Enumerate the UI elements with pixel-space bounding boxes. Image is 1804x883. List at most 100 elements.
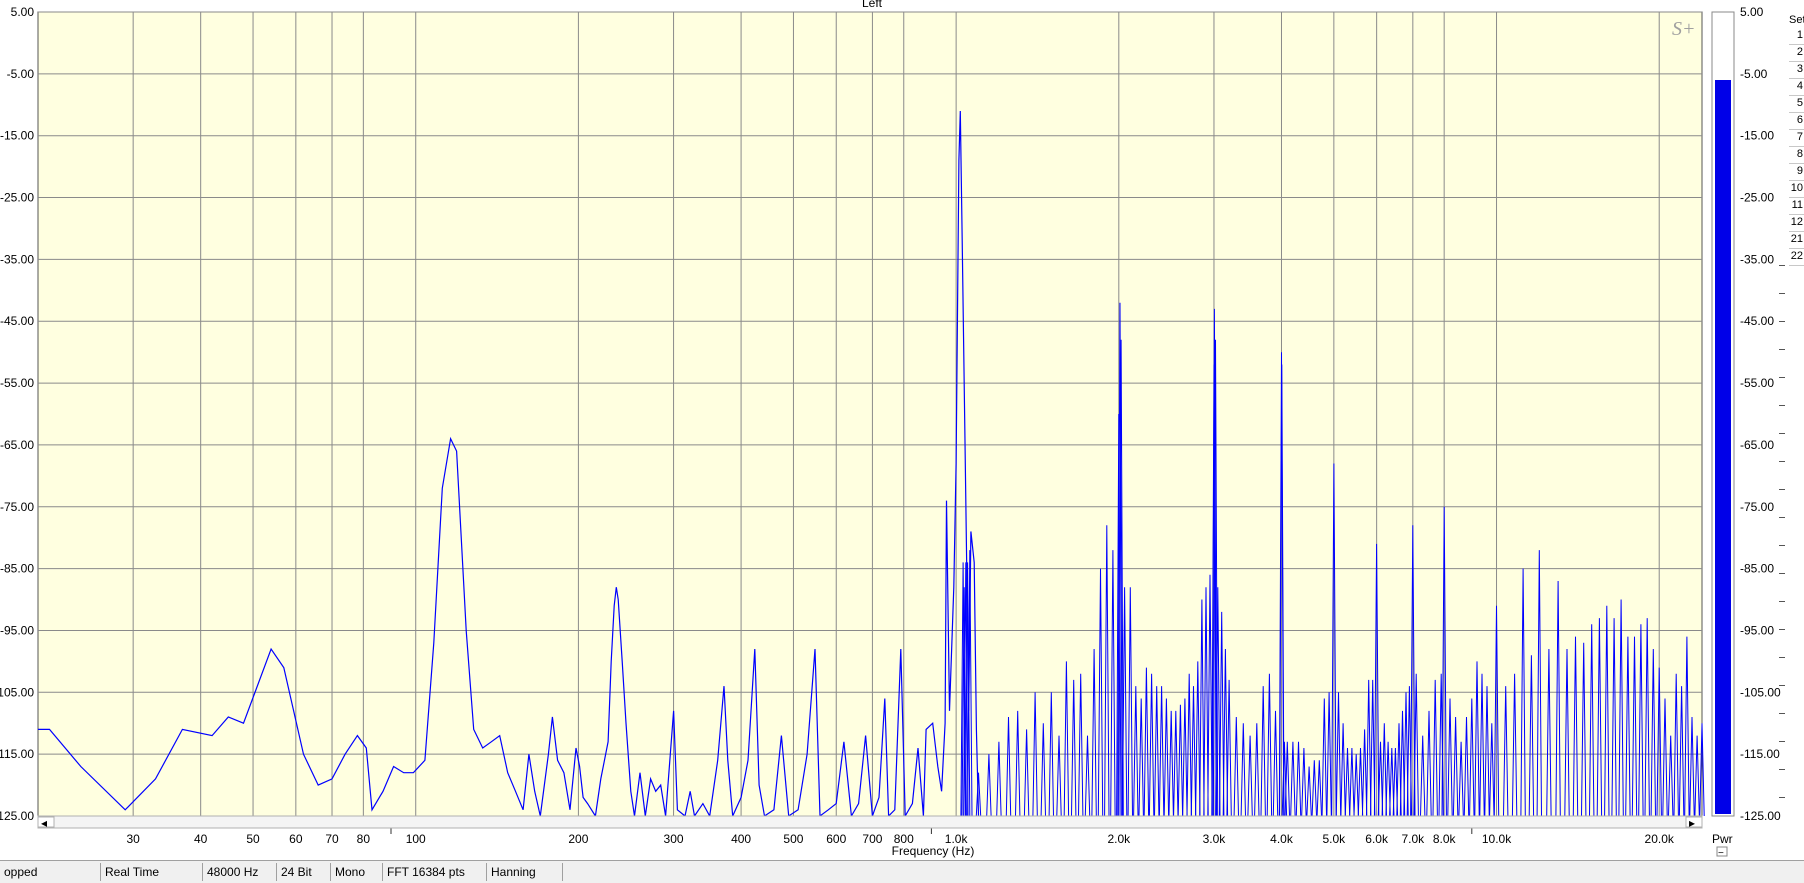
- status-sample-rate[interactable]: 48000 Hz: [202, 863, 276, 881]
- meter-tick-label: -85.00: [1740, 562, 1774, 576]
- set-button-11[interactable]: 11: [1789, 198, 1804, 215]
- y-tick-label: -35.00: [0, 252, 34, 266]
- meter-scale-tick: [1779, 685, 1785, 686]
- y-tick-label: -85.00: [0, 562, 34, 576]
- logo-s-plus: S+: [1672, 18, 1696, 40]
- scroll-right-icon: ▸: [1689, 816, 1695, 830]
- y-tick-label: -65.00: [0, 438, 34, 452]
- x-tick-label: 700: [862, 832, 882, 846]
- scroll-left-icon: ◂: [41, 816, 47, 830]
- meter-tick-label: -115.00: [1740, 747, 1780, 761]
- set-button-2[interactable]: 2: [1789, 45, 1804, 62]
- set-button-22[interactable]: 22: [1789, 249, 1804, 266]
- y-tick-label: 5.00: [11, 5, 35, 19]
- x-tick-label: 600: [826, 832, 846, 846]
- x-tick-label: 30: [126, 832, 140, 846]
- y-axis-left: 5.00 -5.00 -15.00 -25.00 -35.00 -45.00 -55.00 -…: [0, 5, 34, 823]
- set-button-3[interactable]: 3: [1789, 62, 1804, 79]
- y-tick-label: -5.00: [7, 67, 35, 81]
- status-fft-size[interactable]: FFT 16384 pts: [382, 863, 487, 881]
- status-mode: opped: [4, 865, 38, 879]
- meter-tick-label: -75.00: [1740, 500, 1774, 514]
- set-button-8[interactable]: 8: [1789, 147, 1804, 164]
- plot-area[interactable]: [37, 11, 1703, 817]
- meter-scale-tick: [1779, 545, 1785, 546]
- x-tick-label: 6.0k: [1365, 832, 1389, 846]
- set-button-6[interactable]: 6: [1789, 113, 1804, 130]
- set-button-7[interactable]: 7: [1789, 130, 1804, 147]
- x-tick-label: 4.0k: [1270, 832, 1294, 846]
- y-axis-right: 5.00 -5.00 -15.00 -25.00 -35.00 -45.00 -55.00 -…: [1740, 5, 1781, 823]
- meter-scale-tick: [1779, 321, 1785, 322]
- x-tick-label: 200: [568, 832, 588, 846]
- status-realtime[interactable]: Real Time: [100, 863, 201, 881]
- meter-tick-label: -125.00: [1740, 809, 1781, 823]
- x-tick-label: 2.0k: [1107, 832, 1131, 846]
- meter-scale-tick: [1779, 797, 1785, 798]
- meter-scale-tick: [1779, 405, 1785, 406]
- meter-scale-tick: [1779, 629, 1785, 630]
- meter-scale-tick: [1779, 461, 1785, 462]
- meter-tick-label: -35.00: [1740, 252, 1774, 266]
- meter-scale-tick: [1779, 489, 1785, 490]
- set-button-9[interactable]: 9: [1789, 164, 1804, 181]
- x-tick-label: 3.0k: [1203, 832, 1227, 846]
- x-axis-label: Frequency (Hz): [892, 844, 975, 858]
- x-tick-label: 400: [731, 832, 751, 846]
- x-tick-label: 500: [783, 832, 803, 846]
- x-tick-label: 300: [664, 832, 684, 846]
- set-label: Set: [1789, 14, 1804, 26]
- status-channels[interactable]: Mono: [330, 863, 383, 881]
- status-bit-depth[interactable]: 24 Bit: [276, 863, 332, 881]
- y-tick-label: -15.00: [0, 129, 34, 143]
- meter-scale-tick: [1779, 741, 1785, 742]
- x-tick-label: 70: [325, 832, 339, 846]
- status-window[interactable]: Hanning: [486, 863, 563, 881]
- set-panel: Set 1 2 3 4 5 6 7 8 9 10 11 12 21 22: [1789, 14, 1804, 266]
- x-tick-label: 7.0k: [1401, 832, 1425, 846]
- status-end: [562, 863, 564, 881]
- y-tick-label: -25.00: [0, 191, 34, 205]
- meter-scale-tick: [1779, 601, 1785, 602]
- meter-tick-label: -65.00: [1740, 438, 1774, 452]
- status-bar: opped Real Time 48000 Hz 24 Bit Mono FFT…: [0, 860, 1804, 883]
- x-tick-label: 20.0k: [1645, 832, 1675, 846]
- meter-tick-label: -25.00: [1740, 191, 1774, 205]
- x-tick-label: 60: [289, 832, 303, 846]
- meter-tick-label: -5.00: [1740, 67, 1768, 81]
- set-button-12[interactable]: 12: [1789, 215, 1804, 232]
- meter-scale-tick: [1779, 433, 1785, 434]
- y-tick-label: -95.00: [0, 623, 34, 637]
- set-button-5[interactable]: 5: [1789, 96, 1804, 113]
- meter-scale-tick: [1779, 657, 1785, 658]
- x-tick-label: 50: [246, 832, 260, 846]
- set-button-1[interactable]: 1: [1789, 28, 1804, 45]
- y-tick-label: -125.00: [0, 809, 34, 823]
- meter-scale-tick: [1779, 517, 1785, 518]
- meter-tick-label: -105.00: [1740, 685, 1781, 699]
- meter-tick-label: -55.00: [1740, 376, 1774, 390]
- x-tick-label: 8.0k: [1433, 832, 1457, 846]
- y-tick-label: -75.00: [0, 500, 34, 514]
- set-button-4[interactable]: 4: [1789, 79, 1804, 96]
- meter-tick-label: -95.00: [1740, 623, 1774, 637]
- y-tick-label: -45.00: [0, 314, 34, 328]
- power-meter-fill: [1715, 80, 1731, 814]
- horizontal-scrollbar[interactable]: [37, 815, 1703, 829]
- meter-tick-label: -15.00: [1740, 129, 1774, 143]
- set-button-21[interactable]: 21: [1789, 232, 1804, 249]
- meter-scale-tick: [1779, 573, 1785, 574]
- meter-scale-tick: [1779, 293, 1785, 294]
- x-tick-label: 100: [406, 832, 426, 846]
- meter-tick-label: -45.00: [1740, 314, 1774, 328]
- x-tick-label: 40: [194, 832, 208, 846]
- meter-scale-tick: [1779, 769, 1785, 770]
- x-tick-label: 10.0k: [1482, 832, 1512, 846]
- power-meter-label: Pwr: [1712, 832, 1733, 846]
- spectrum-chart: Left 5.00 -5.00 -15.00 -25.00 -35.00 -45.00 -5…: [0, 0, 1781, 859]
- y-tick-label: -55.00: [0, 376, 34, 390]
- y-tick-label: -115.00: [0, 747, 34, 761]
- meter-scale-tick: [1779, 377, 1785, 378]
- y-tick-label: -105.00: [0, 685, 34, 699]
- set-button-10[interactable]: 10: [1789, 181, 1804, 198]
